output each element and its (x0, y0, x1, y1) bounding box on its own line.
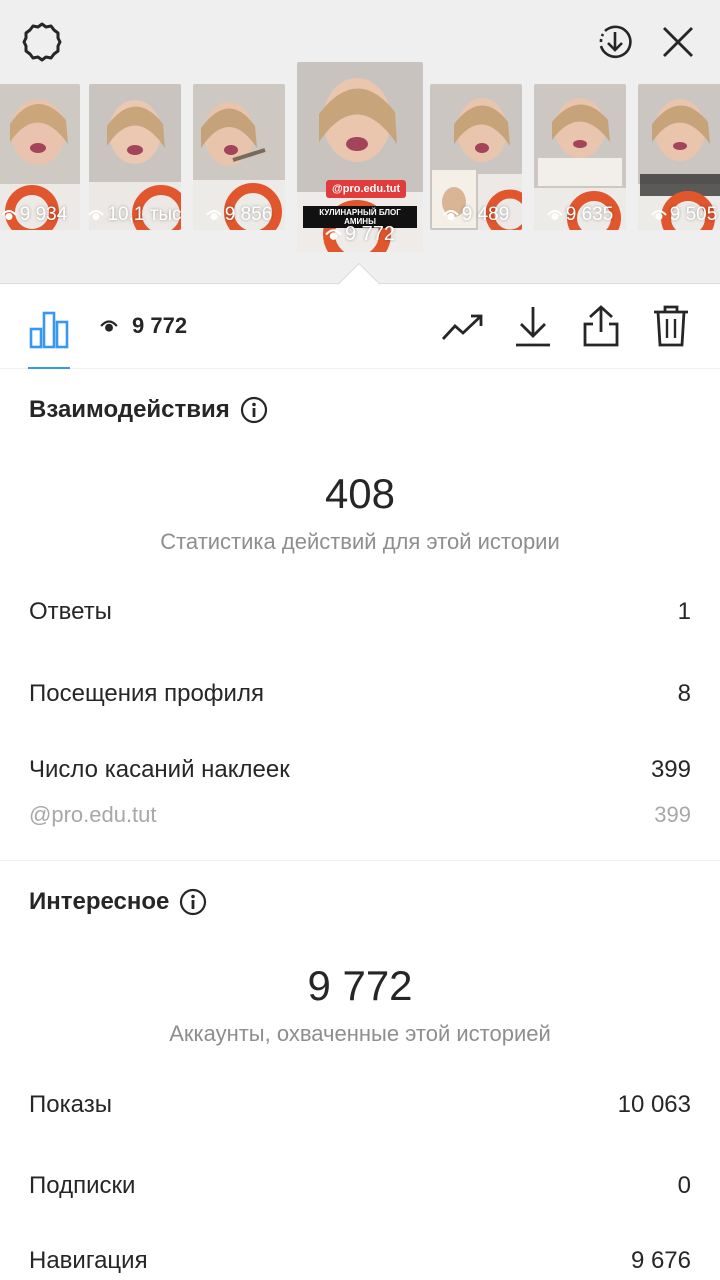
story-thumbnail[interactable]: 9 934 (0, 84, 80, 230)
stat-row: Подписки 0 (29, 1172, 691, 1200)
views-count: 9 772 (132, 313, 188, 338)
insights-toolbar: 9 772 (0, 285, 720, 369)
eye-icon (442, 210, 459, 220)
view-count-value: 10,1 тыс (107, 204, 181, 225)
eye-icon (325, 229, 342, 240)
eye-icon (650, 210, 667, 220)
mention-sticker: @pro.edu.tut (326, 180, 407, 198)
eye-icon (546, 210, 563, 220)
view-count: 9 772 (297, 223, 423, 246)
stat-label: Навигация (29, 1247, 148, 1274)
gear-icon (22, 22, 62, 62)
views-summary: 9 772 (100, 313, 187, 339)
story-thumbnail[interactable]: 9 505 (638, 84, 720, 230)
stat-label: Подписки (29, 1172, 136, 1199)
download-story-button[interactable] (592, 19, 638, 65)
stat-label: Число касаний наклеек (29, 756, 290, 783)
story-header: 9 934 10,1 тыс 9 856 @pro.edu.tut КУЛИНА… (0, 0, 720, 284)
active-tab-indicator (28, 367, 70, 369)
view-count-value: 9 856 (224, 204, 273, 225)
stat-row: Число касаний наклеек 399 (29, 756, 691, 784)
view-count-value: 9 489 (461, 204, 510, 225)
eye-icon (205, 210, 222, 220)
stat-row: Посещения профиля 8 (29, 680, 691, 708)
discovery-total: 9 772 (307, 962, 413, 1009)
trend-icon (441, 314, 483, 340)
story-thumbnail[interactable]: 9 635 (534, 84, 626, 230)
story-thumbnail-selected[interactable]: @pro.edu.tut КУЛИНАРНЫЙ БЛОГ АМИНЫ 9 772 (297, 62, 423, 252)
section-divider (0, 860, 720, 861)
view-count-value: 9 772 (344, 223, 396, 245)
interactions-caption: Статистика действий для этой истории (160, 529, 560, 554)
view-count: 9 934 (0, 204, 80, 226)
promote-button[interactable] (440, 307, 486, 347)
story-thumbnail-strip: 9 934 10,1 тыс 9 856 @pro.edu.tut КУЛИНА… (0, 62, 720, 252)
trash-icon (654, 305, 688, 347)
download-icon (516, 307, 550, 347)
share-icon (583, 305, 619, 347)
discovery-caption: Аккаунты, охваченные этой историей (169, 1021, 551, 1046)
close-icon (663, 27, 693, 57)
eye-icon (0, 210, 17, 220)
save-button[interactable] (510, 303, 556, 349)
story-thumbnail[interactable]: 10,1 тыс (89, 84, 181, 230)
stat-value: 1 (677, 598, 691, 625)
story-thumbnail[interactable]: 9 856 (193, 84, 285, 230)
insights-tab[interactable] (26, 305, 72, 351)
view-count-value: 9 505 (669, 204, 718, 225)
interactions-header: Взаимодействия (29, 396, 268, 424)
view-count: 10,1 тыс (89, 204, 181, 226)
sticker-value: 399 (654, 802, 691, 827)
stat-value: 9 676 (630, 1247, 691, 1274)
settings-button[interactable] (20, 20, 64, 64)
view-count: 9 856 (193, 204, 285, 226)
stat-row: Ответы 1 (29, 598, 691, 626)
story-thumbnail[interactable]: 9 489 (430, 84, 522, 230)
stat-value: 0 (677, 1172, 691, 1199)
discovery-header: Интересное (29, 888, 207, 916)
view-count-value: 9 635 (565, 204, 614, 225)
eye-icon (89, 210, 105, 220)
info-icon[interactable] (179, 888, 207, 916)
delete-button[interactable] (648, 303, 694, 349)
interactions-total: 408 (324, 470, 396, 517)
sticker-label: @pro.edu.tut (29, 802, 157, 827)
stat-value: 399 (650, 756, 691, 783)
sticker-sub-row: @pro.edu.tut 399 (29, 802, 691, 828)
stat-label: Показы (29, 1091, 112, 1118)
stat-row: Показы 10 063 (29, 1091, 691, 1119)
section-title: Взаимодействия (29, 396, 230, 423)
view-count: 9 489 (430, 204, 522, 226)
view-count: 9 505 (638, 204, 720, 226)
view-count-value: 9 934 (19, 204, 68, 225)
close-button[interactable] (658, 22, 698, 62)
share-button[interactable] (578, 303, 624, 349)
stat-row: Навигация 9 676 (29, 1247, 691, 1275)
view-count: 9 635 (534, 204, 626, 226)
eye-icon (100, 320, 118, 332)
stat-label: Посещения профиля (29, 680, 264, 707)
section-title: Интересное (29, 888, 170, 915)
stat-label: Ответы (29, 598, 112, 625)
download-circle-icon (599, 25, 632, 59)
stat-value: 10 063 (617, 1091, 691, 1118)
info-icon[interactable] (240, 396, 268, 424)
bar-chart-icon (29, 311, 69, 349)
stat-value: 8 (677, 680, 691, 707)
